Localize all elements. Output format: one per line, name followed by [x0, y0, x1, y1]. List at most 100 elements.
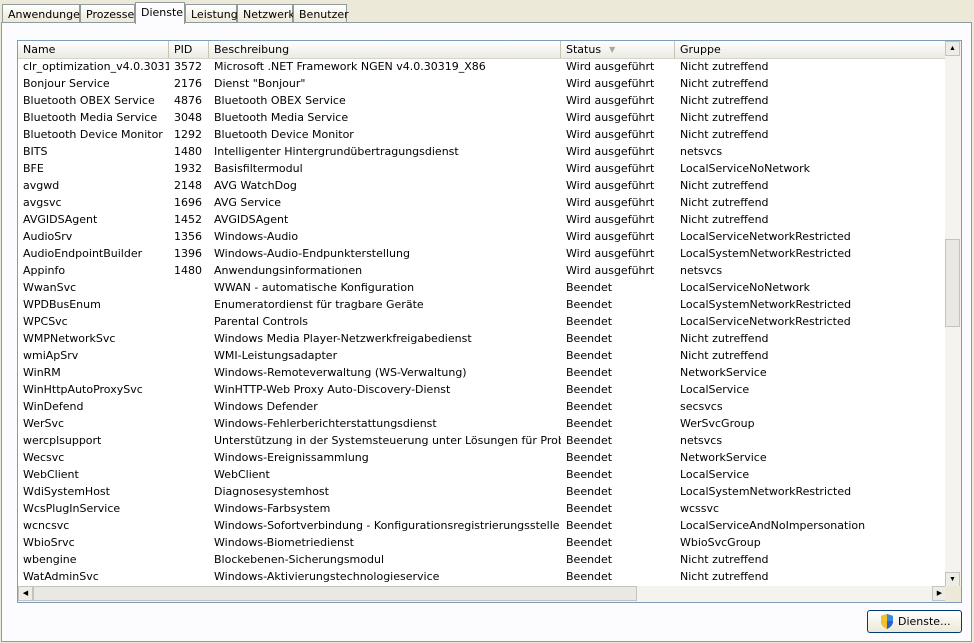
- service-pid: [169, 296, 209, 313]
- table-row[interactable]: wbengine Blockebenen-Sicherungsmodul Beend…: [18, 551, 947, 568]
- service-name: avgsvc: [23, 196, 62, 209]
- table-row[interactable]: Bluetooth Media Service 3048 Bluetooth Med…: [18, 109, 947, 126]
- service-description: Windows-Biometriedienst: [214, 536, 354, 549]
- table-row[interactable]: WdiSystemHost Diagnosesystemhost Beendet Lo…: [18, 483, 947, 500]
- service-description: Anwendungsinformationen: [214, 264, 363, 277]
- table-row[interactable]: AVGIDSAgent 1452 AVGIDSAgent Wird ausgeführ…: [18, 211, 947, 228]
- service-group: LocalService: [680, 383, 750, 396]
- service-name: Bonjour Service: [23, 77, 110, 90]
- column-header-description[interactable]: Beschreibung: [209, 41, 561, 58]
- service-status: Beendet: [566, 468, 613, 481]
- service-description: Parental Controls: [214, 315, 308, 328]
- table-row[interactable]: wercplsupport Unterstützung in der System…: [18, 432, 947, 449]
- service-description: Windows Media Player-Netzwerkfreigabedie…: [214, 332, 472, 345]
- service-description: WebClient: [214, 468, 270, 481]
- service-description: Windows-Audio: [214, 230, 299, 243]
- service-status: Wird ausgeführt: [566, 94, 655, 107]
- service-pid: [169, 466, 209, 483]
- service-name: WPDBusEnum: [23, 298, 101, 311]
- service-status: Beendet: [566, 417, 613, 430]
- service-description: Diagnosesystemhost: [214, 485, 329, 498]
- table-row[interactable]: WatAdminSvc Windows-Aktivierungstechnolog…: [18, 568, 947, 585]
- services-list[interactable]: Name PID Beschreibung Status ▼ Gruppe clr…: [17, 40, 962, 603]
- table-row[interactable]: clr_optimization_v4.0.3031... 3572 Microso…: [18, 58, 947, 75]
- service-name: avgwd: [23, 179, 60, 192]
- tab-anwendungen[interactable]: Anwendungen: [2, 4, 87, 22]
- service-group: Nicht zutreffend: [680, 332, 769, 345]
- table-row[interactable]: avgwd 2148 AVG WatchDog Wird ausgeführt Nich…: [18, 177, 947, 194]
- service-description: Unterstützung in der Systemsteuerung unt…: [214, 434, 561, 447]
- tab-benutzer[interactable]: Benutzer: [293, 4, 349, 22]
- service-status: Wird ausgeführt: [566, 77, 655, 90]
- service-group: Nicht zutreffend: [680, 94, 769, 107]
- service-status: Beendet: [566, 570, 613, 583]
- table-row[interactable]: BITS 1480 Intelligenter Hintergrundübertra…: [18, 143, 947, 160]
- table-row[interactable]: WerSvc Windows-Fehlerberichterstattungsdi…: [18, 415, 947, 432]
- horizontal-scroll-thumb[interactable]: [33, 586, 637, 601]
- table-row[interactable]: WebClient WebClient Beendet LocalService: [18, 466, 947, 483]
- tab-dienste[interactable]: Dienste: [135, 2, 185, 24]
- service-status: Beendet: [566, 553, 613, 566]
- table-row[interactable]: AudioSrv 1356 Windows-Audio Wird ausgeführt…: [18, 228, 947, 245]
- table-row[interactable]: Wecsvc Windows-Ereignissammlung Beendet Net…: [18, 449, 947, 466]
- service-pid: 3048: [174, 111, 202, 124]
- service-name: Appinfo: [23, 264, 66, 277]
- service-group: LocalService: [680, 468, 750, 481]
- service-group: Nicht zutreffend: [680, 553, 769, 566]
- horizontal-scrollbar[interactable]: ◀ ▶: [18, 586, 947, 602]
- vertical-scrollbar[interactable]: ▲ ▼: [945, 41, 961, 587]
- service-pid: [169, 449, 209, 466]
- service-pid: [169, 330, 209, 347]
- scroll-down-button[interactable]: ▼: [945, 572, 960, 587]
- service-status: Wird ausgeführt: [566, 264, 655, 277]
- service-name: BITS: [23, 145, 48, 158]
- tab-netzwerk[interactable]: Netzwerk: [237, 4, 295, 22]
- column-header-group[interactable]: Gruppe: [675, 41, 947, 58]
- service-description: Windows-Ereignissammlung: [214, 451, 369, 464]
- services-button[interactable]: Dienste...: [867, 610, 962, 633]
- table-row[interactable]: WwanSvc WWAN - automatische Konfiguration…: [18, 279, 947, 296]
- service-description: Windows-Aktivierungstechnologieservice: [214, 570, 440, 583]
- table-row[interactable]: Bluetooth OBEX Service 4876 Bluetooth OBEX…: [18, 92, 947, 109]
- table-row[interactable]: Bonjour Service 2176 Dienst "Bonjour" Wird …: [18, 75, 947, 92]
- table-row[interactable]: wmiApSrv WMI-Leistungsadapter Beendet Nicht…: [18, 347, 947, 364]
- service-group: LocalServiceNetworkRestricted: [680, 315, 851, 328]
- service-status: Beendet: [566, 519, 613, 532]
- column-header-pid[interactable]: PID: [169, 41, 209, 58]
- table-row[interactable]: AudioEndpointBuilder 1396 Windows-Audio-En…: [18, 245, 947, 262]
- table-row[interactable]: WPCSvc Parental Controls Beendet LocalServi…: [18, 313, 947, 330]
- service-group: Nicht zutreffend: [680, 570, 769, 583]
- service-pid: [169, 551, 209, 568]
- table-row[interactable]: Bluetooth Device Monitor 1292 Bluetooth De…: [18, 126, 947, 143]
- service-description: Windows-Audio-Endpunkterstellung: [214, 247, 410, 260]
- column-header-status[interactable]: Status ▼: [561, 41, 675, 58]
- scroll-left-button[interactable]: ◀: [18, 586, 33, 601]
- tab-prozesse[interactable]: Prozesse: [80, 4, 135, 22]
- table-row[interactable]: Appinfo 1480 Anwendungsinformationen Wird a…: [18, 262, 947, 279]
- service-description: AVG WatchDog: [214, 179, 297, 192]
- service-status: Beendet: [566, 383, 613, 396]
- table-row[interactable]: WinHttpAutoProxySvc WinHTTP-Web Proxy Aut…: [18, 381, 947, 398]
- tab-leistung[interactable]: Leistung: [185, 4, 238, 22]
- service-status: Beendet: [566, 349, 613, 362]
- table-row[interactable]: WcsPlugInService Windows-Farbsystem Beende…: [18, 500, 947, 517]
- table-row[interactable]: WMPNetworkSvc Windows Media Player-Netzwe…: [18, 330, 947, 347]
- vertical-scroll-thumb[interactable]: [945, 239, 960, 327]
- table-row[interactable]: avgsvc 1696 AVG Service Wird ausgeführt Nich…: [18, 194, 947, 211]
- table-row[interactable]: WinRM Windows-Remoteverwaltung (WS-Verwal…: [18, 364, 947, 381]
- service-name: WbioSrvc: [23, 536, 75, 549]
- scroll-up-button[interactable]: ▲: [945, 41, 960, 56]
- table-row[interactable]: WbioSrvc Windows-Biometriedienst Beendet Wb…: [18, 534, 947, 551]
- service-status: Beendet: [566, 315, 613, 328]
- service-status: Wird ausgeführt: [566, 128, 655, 141]
- service-pid: 3572: [174, 60, 202, 73]
- service-pid: [169, 415, 209, 432]
- service-pid: [169, 279, 209, 296]
- table-row[interactable]: WPDBusEnum Enumeratordienst für tragbare …: [18, 296, 947, 313]
- table-row[interactable]: WinDefend Windows Defender Beendet secsvcs: [18, 398, 947, 415]
- table-row[interactable]: BFE 1932 Basisfiltermodul Wird ausgeführt Lo…: [18, 160, 947, 177]
- service-status: Wird ausgeführt: [566, 179, 655, 192]
- column-header-name[interactable]: Name: [18, 41, 169, 58]
- service-name: clr_optimization_v4.0.3031...: [23, 60, 169, 73]
- table-row[interactable]: wcncsvc Windows-Sofortverbindung - Konfig…: [18, 517, 947, 534]
